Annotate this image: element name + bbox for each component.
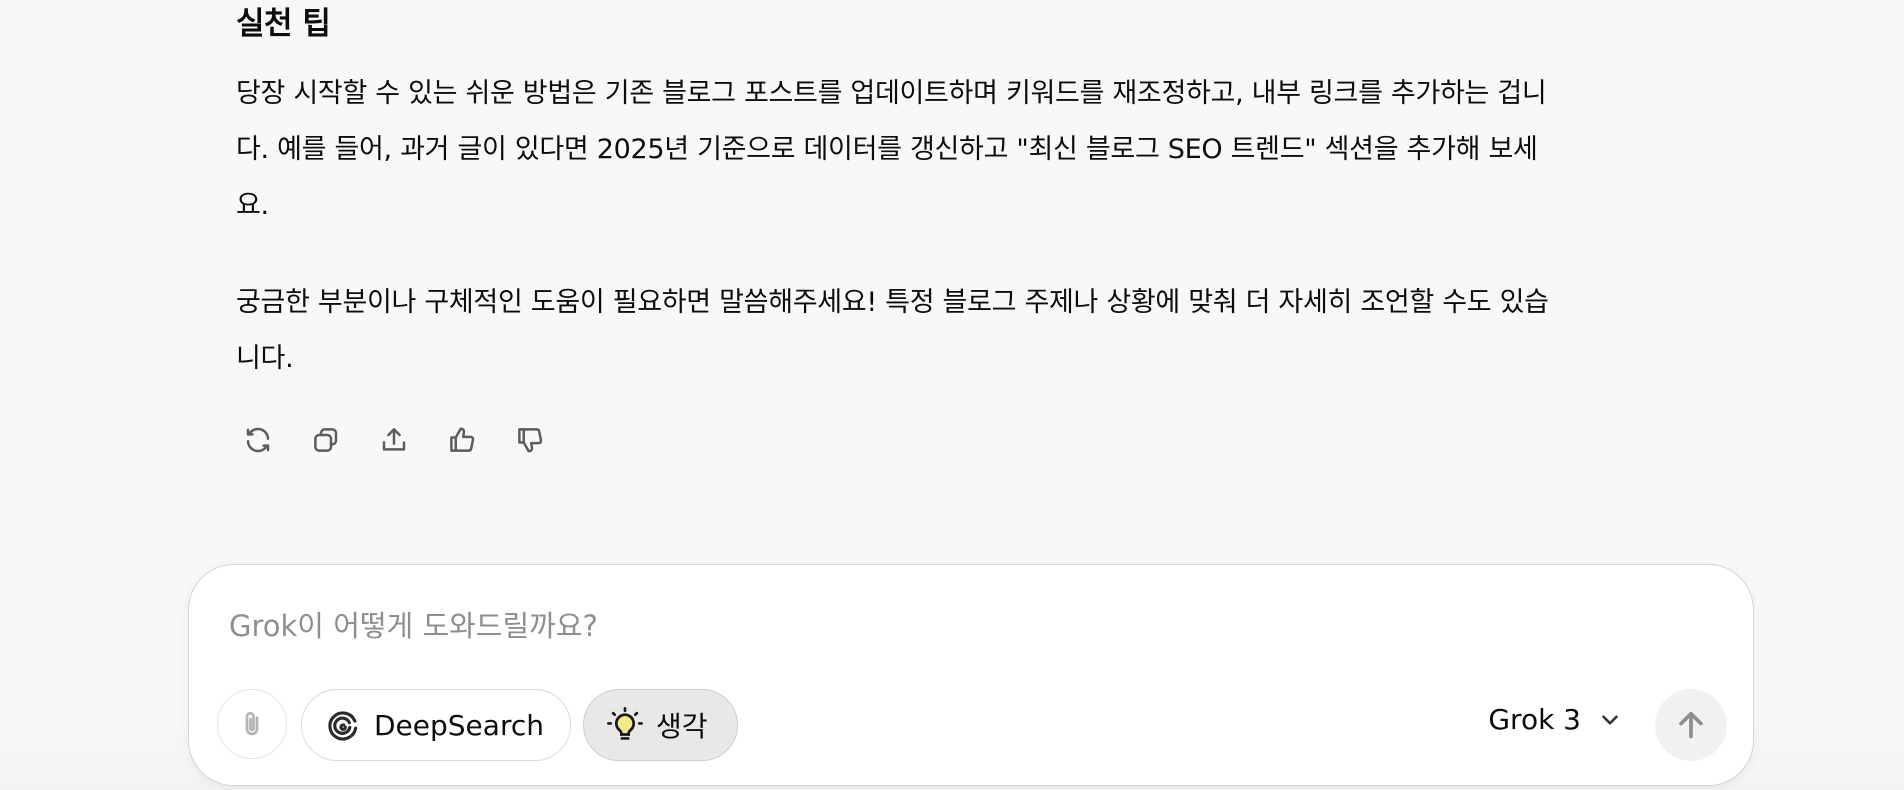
spiral-icon (328, 711, 358, 741)
model-label: Grok 3 (1488, 703, 1581, 736)
send-button[interactable] (1655, 689, 1727, 761)
message-actions (236, 418, 552, 462)
think-button[interactable]: 생각 (583, 689, 738, 761)
message-line: 당장 시작할 수 있는 쉬운 방법은 기존 블로그 포스트를 업데이트하며 키워… (236, 78, 1547, 109)
share-icon (382, 428, 406, 451)
thumbs-down-icon (518, 428, 543, 453)
lightbulb-icon (607, 707, 643, 740)
paperclip-icon (245, 711, 259, 736)
composer: DeepSearch 생각 Grok 3 (188, 564, 1754, 786)
regenerate-icon (246, 427, 270, 453)
thumbs-up-icon (450, 427, 475, 452)
deepsearch-button[interactable]: DeepSearch (301, 689, 571, 761)
model-selector[interactable]: Grok 3 (1488, 703, 1623, 736)
message-line: 궁금한 부분이나 구체적인 도움이 필요하면 말씀해주세요! 특정 블로그 주제… (236, 287, 1549, 318)
message-line: 다. 예를 들어, 과거 글이 있다면 2025년 기준으로 데이터를 갱신하고… (236, 134, 1538, 165)
like-button[interactable] (440, 418, 484, 462)
share-button[interactable] (372, 418, 416, 462)
dislike-button[interactable] (508, 418, 552, 462)
copy-icon (314, 428, 338, 452)
message-line: 니다. (236, 343, 294, 374)
section-title: 실천 팁 (236, 6, 331, 42)
arrow-up-icon (1679, 711, 1703, 739)
prompt-input[interactable] (229, 609, 1629, 643)
attach-button[interactable] (217, 689, 287, 759)
message-line: 요. (236, 190, 269, 221)
regenerate-button[interactable] (236, 418, 280, 462)
think-label: 생각 (656, 710, 708, 743)
copy-button[interactable] (304, 418, 348, 462)
deepsearch-label: DeepSearch (374, 708, 544, 742)
chevron-down-icon (1602, 714, 1618, 725)
